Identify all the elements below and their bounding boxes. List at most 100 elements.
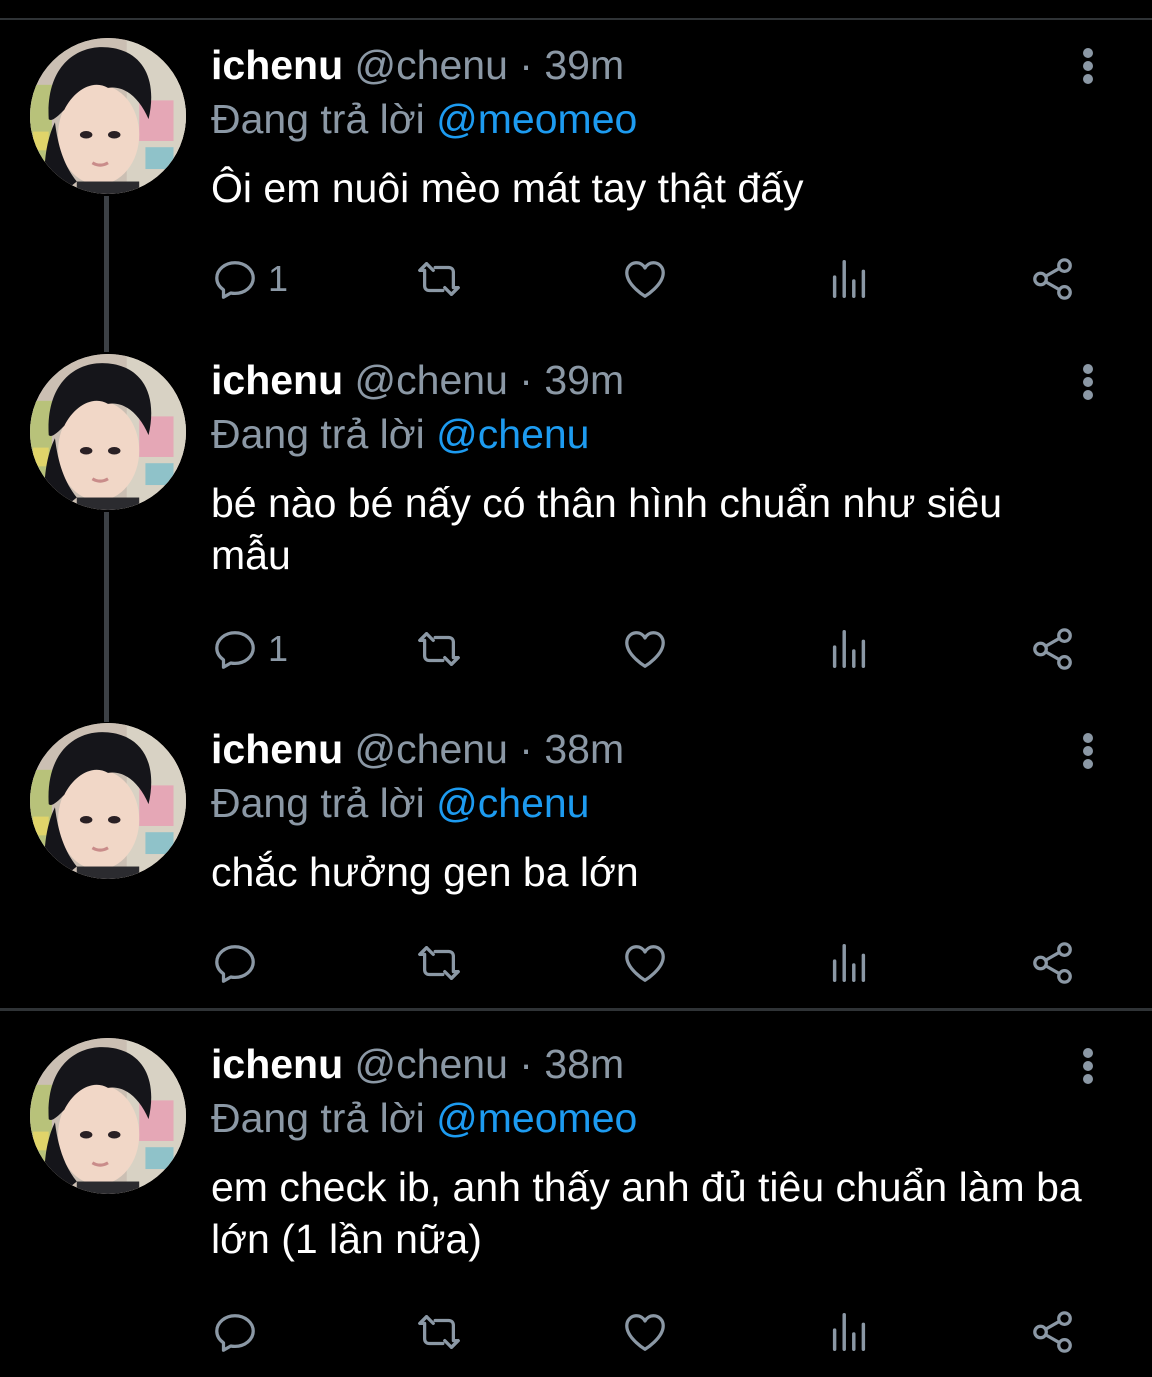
vertical-dots-icon [1083, 48, 1093, 58]
retweet-button[interactable] [416, 938, 462, 988]
more-options-button[interactable] [1074, 360, 1102, 404]
header-separator: · [519, 1041, 533, 1087]
like-button[interactable] [622, 1307, 668, 1357]
replying-to-line: Đang trả lời @meomeo [211, 92, 1092, 146]
tweet-text: chắc hưởng gen ba lớn [211, 849, 639, 895]
speech-bubble-icon [212, 626, 258, 672]
more-options-button[interactable] [1074, 729, 1102, 773]
heart-icon [622, 940, 668, 986]
tweet-header: ichenu @chenu · 38m [211, 722, 1092, 776]
tweet-text: bé nào bé nấy có thân hình chuẩn như siê… [211, 480, 1003, 578]
replying-to-line: Đang trả lời @chenu [211, 407, 1092, 461]
user-handle[interactable]: @chenu [355, 357, 508, 403]
speech-bubble-icon [212, 1309, 258, 1355]
reply-count: 1 [268, 258, 289, 299]
more-options-button[interactable] [1074, 1044, 1102, 1088]
bar-chart-icon [826, 940, 872, 986]
display-name[interactable]: ichenu [211, 1041, 343, 1087]
share-nodes-icon [1030, 940, 1076, 986]
speech-bubble-icon [212, 256, 258, 302]
bar-chart-icon [826, 626, 872, 672]
tweet-header: ichenu @chenu · 39m [211, 38, 1092, 92]
replying-to-label: Đang trả lời [211, 96, 425, 142]
tweet-text: em check ib, anh thấy anh đủ tiêu chuẩn … [211, 1164, 1082, 1262]
tweet-actions: 1 [0, 624, 1152, 674]
reply-button[interactable]: 1 [212, 254, 288, 304]
avatar-image [30, 723, 186, 879]
tweet-header: ichenu @chenu · 39m [211, 353, 1092, 407]
replying-to-mention[interactable]: @meomeo [436, 96, 637, 142]
user-handle[interactable]: @chenu [355, 42, 508, 88]
speech-bubble-icon [212, 940, 258, 986]
share-nodes-icon [1030, 256, 1076, 302]
reply-count: 1 [268, 628, 289, 669]
avatar[interactable] [30, 723, 186, 879]
user-handle[interactable]: @chenu [355, 726, 508, 772]
tweet[interactable]: ichenu @chenu · 38m Đang trả lời @meomeo… [0, 1011, 1152, 1377]
more-options-button[interactable] [1074, 44, 1102, 88]
display-name[interactable]: ichenu [211, 42, 343, 88]
tweet[interactable]: ichenu @chenu · 38m Đang trả lời @chenu … [0, 710, 1152, 1008]
user-handle[interactable]: @chenu [355, 1041, 508, 1087]
retweet-arrows-icon [416, 626, 462, 672]
like-button[interactable] [622, 254, 668, 304]
vertical-dots-icon [1083, 1048, 1093, 1058]
tweet[interactable]: ichenu @chenu · 39m Đang trả lời @chenu … [0, 340, 1152, 710]
share-button[interactable] [1030, 938, 1076, 988]
heart-icon [622, 626, 668, 672]
replying-to-label: Đang trả lời [211, 1095, 425, 1141]
bar-chart-icon [826, 256, 872, 302]
avatar-image [30, 354, 186, 510]
share-button[interactable] [1030, 1307, 1076, 1357]
tweet-actions [0, 1307, 1152, 1357]
heart-icon [622, 256, 668, 302]
vertical-dots-icon [1083, 364, 1093, 374]
avatar[interactable] [30, 354, 186, 510]
replying-to-label: Đang trả lời [211, 411, 425, 457]
tweet[interactable]: ichenu @chenu · 39m Đang trả lời @meomeo… [0, 0, 1152, 340]
views-button[interactable] [826, 1307, 872, 1357]
avatar[interactable] [30, 1038, 186, 1194]
display-name[interactable]: ichenu [211, 357, 343, 403]
reply-button[interactable] [212, 938, 268, 988]
reply-button[interactable]: 1 [212, 624, 288, 674]
vertical-dots-icon [1083, 733, 1093, 743]
avatar[interactable] [30, 38, 186, 194]
header-separator: · [519, 42, 533, 88]
header-separator: · [519, 357, 533, 403]
timestamp[interactable]: 39m [544, 42, 624, 88]
timestamp[interactable]: 38m [544, 1041, 624, 1087]
replying-to-mention[interactable]: @chenu [436, 411, 589, 457]
views-button[interactable] [826, 624, 872, 674]
timestamp[interactable]: 38m [544, 726, 624, 772]
replying-to-mention[interactable]: @chenu [436, 780, 589, 826]
tweet-header: ichenu @chenu · 38m [211, 1037, 1092, 1091]
views-button[interactable] [826, 938, 872, 988]
reply-button[interactable] [212, 1307, 268, 1357]
retweet-button[interactable] [416, 1307, 462, 1357]
retweet-button[interactable] [416, 624, 462, 674]
share-button[interactable] [1030, 254, 1076, 304]
replying-to-label: Đang trả lời [211, 780, 425, 826]
avatar-image [30, 1038, 186, 1194]
tweet-actions: 1 [0, 254, 1152, 304]
retweet-arrows-icon [416, 940, 462, 986]
share-nodes-icon [1030, 1309, 1076, 1355]
share-button[interactable] [1030, 624, 1076, 674]
replying-to-line: Đang trả lời @meomeo [211, 1091, 1092, 1145]
display-name[interactable]: ichenu [211, 726, 343, 772]
heart-icon [622, 1309, 668, 1355]
avatar-image [30, 38, 186, 194]
header-separator: · [519, 726, 533, 772]
retweet-button[interactable] [416, 254, 462, 304]
tweet-text: Ôi em nuôi mèo mát tay thật đấy [211, 165, 804, 211]
like-button[interactable] [622, 624, 668, 674]
share-nodes-icon [1030, 626, 1076, 672]
like-button[interactable] [622, 938, 668, 988]
timestamp[interactable]: 39m [544, 357, 624, 403]
bar-chart-icon [826, 1309, 872, 1355]
views-button[interactable] [826, 254, 872, 304]
retweet-arrows-icon [416, 256, 462, 302]
retweet-arrows-icon [416, 1309, 462, 1355]
replying-to-mention[interactable]: @meomeo [436, 1095, 637, 1141]
